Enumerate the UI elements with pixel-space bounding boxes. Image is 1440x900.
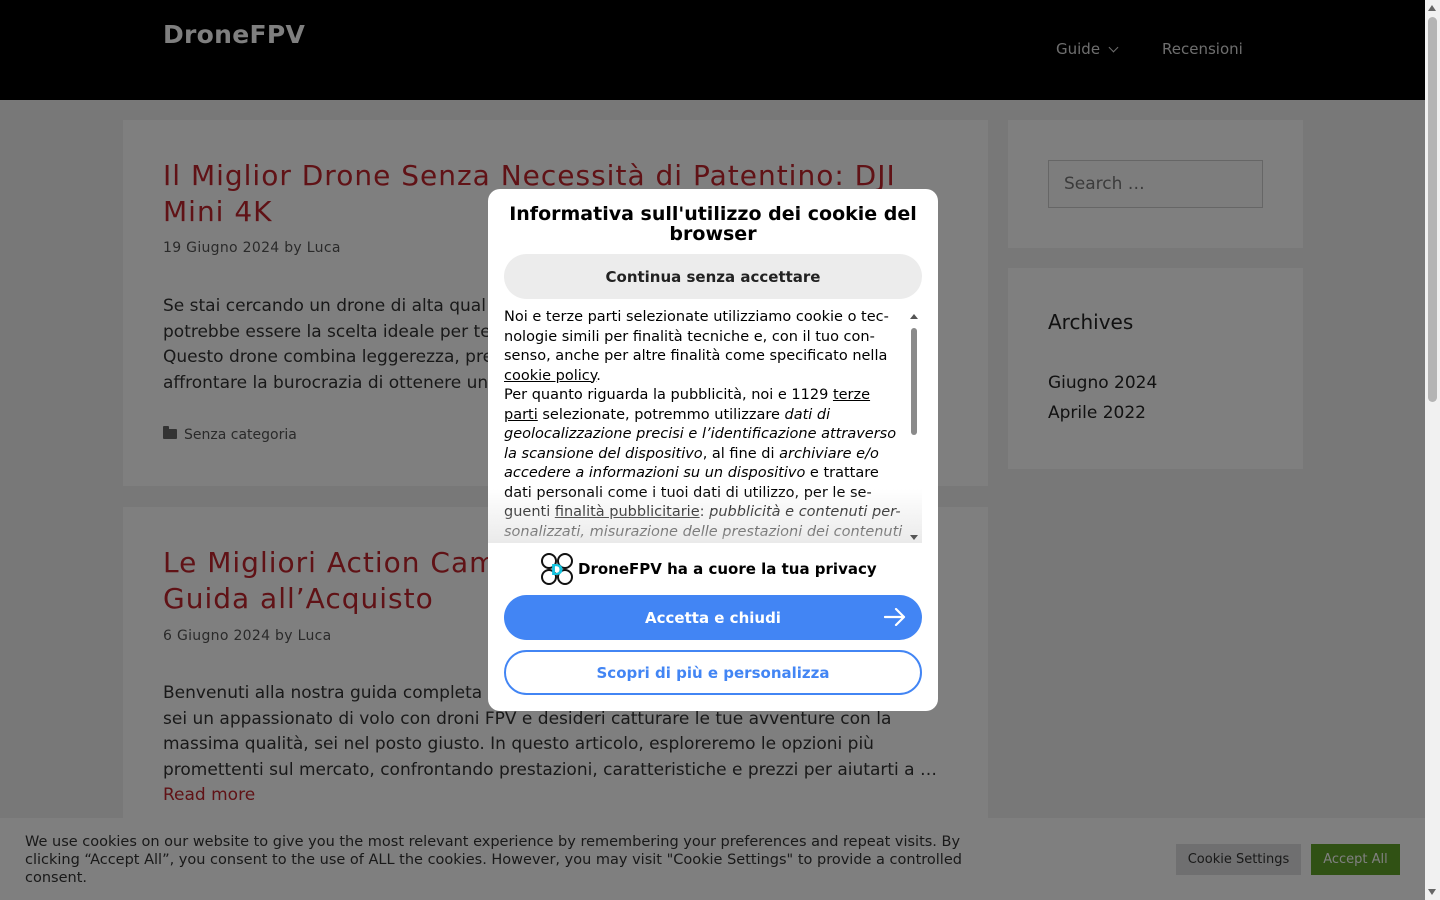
privacy-row: D DroneFPV ha a cuore la tua privacy	[488, 553, 938, 585]
arrow-right-icon	[884, 608, 906, 626]
accept-and-close-button[interactable]: Accetta e chiudi	[504, 595, 922, 640]
body-text: .	[596, 367, 601, 384]
drone-logo-icon: D	[541, 553, 573, 585]
body-text: :	[699, 504, 710, 520]
scroll-down-arrow-icon[interactable]	[1428, 889, 1436, 895]
body-text: selezionate, potremmo utilizzare	[537, 406, 785, 423]
scroll-up-arrow-icon[interactable]	[910, 314, 918, 319]
modal-title: Informativa sull'utilizzo dei cookie del…	[509, 203, 917, 245]
modal-scrollbar[interactable]	[908, 308, 920, 544]
learn-more-customize-button[interactable]: Scopri di più e personalizza	[504, 650, 922, 695]
accept-and-close-label: Accetta e chiudi	[645, 608, 781, 627]
cookie-policy-link[interactable]: cookie policy	[504, 368, 596, 384]
page-scrollbar[interactable]	[1425, 0, 1440, 900]
scroll-down-arrow-icon[interactable]	[910, 535, 918, 540]
modal-paragraph: Noi e terze parti selezionate utilizziam…	[504, 308, 908, 386]
scroll-up-arrow-icon[interactable]	[1428, 5, 1436, 11]
privacy-text: DroneFPV ha a cuore la tua privacy	[578, 560, 877, 578]
modal-body-text: Noi e terze parti selezionate utilizziam…	[504, 308, 908, 544]
logo-letter: D	[551, 561, 563, 579]
modal-scrollbar-thumb[interactable]	[911, 328, 917, 435]
body-text: Per quanto riguarda la pubblicità, noi e…	[504, 387, 833, 403]
continue-without-accepting-button[interactable]: Continua senza accettare	[504, 254, 922, 299]
modal-paragraph: Per quanto riguarda la pubblicità, noi e…	[504, 386, 908, 542]
advertising-purposes-link[interactable]: finalità pubblicitarie	[555, 504, 700, 520]
scrollbar-thumb[interactable]	[1428, 17, 1437, 402]
body-text: , al fine di	[702, 445, 780, 462]
body-text: Noi e terze parti selezionate utilizziam…	[504, 309, 889, 364]
cookie-consent-modal: Informativa sull'utilizzo dei cookie del…	[488, 189, 938, 711]
